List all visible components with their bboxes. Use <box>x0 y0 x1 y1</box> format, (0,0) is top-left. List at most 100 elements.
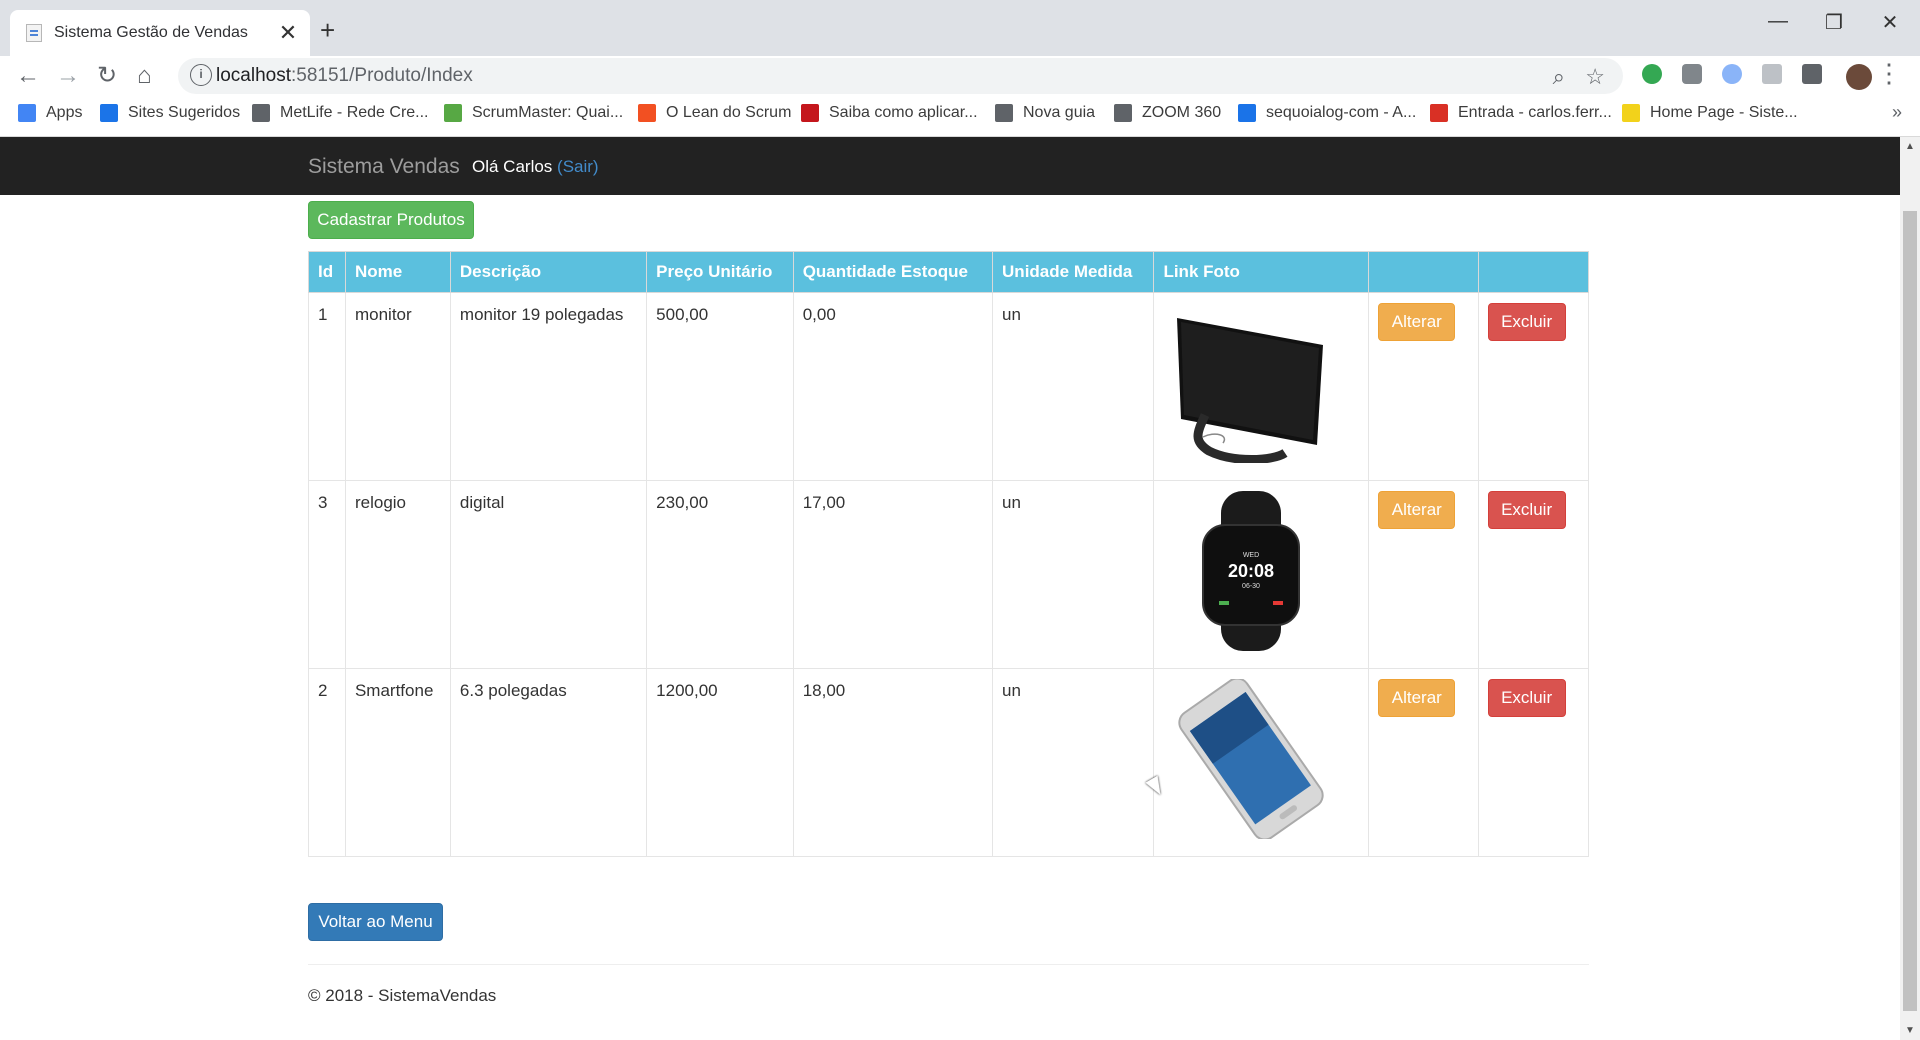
table-header-row: Id Nome Descrição Preço Unitário Quantid… <box>308 251 1590 293</box>
bookmark-item[interactable]: Saiba como aplicar... <box>801 104 978 122</box>
bookmarks-bar: » Apps Sites Sugeridos MetLife - Rede Cre.… <box>0 96 1920 137</box>
home-button[interactable]: ⌂ <box>137 61 152 91</box>
cell-excluir: Excluir <box>1477 480 1590 669</box>
cell-alterar: Alterar <box>1368 292 1479 481</box>
table-row: 1 monitor monitor 19 polegadas 500,00 0,… <box>308 292 1590 481</box>
scroll-down-arrow-icon[interactable]: ▼ <box>1900 1025 1920 1036</box>
cell-nome: relogio <box>344 480 451 669</box>
close-window-button[interactable]: ✕ <box>1862 10 1918 35</box>
header-preco: Preço Unitário <box>646 251 794 293</box>
tab-close-icon[interactable]: ✕ <box>274 20 302 46</box>
browser-tab-strip: Sistema Gestão de Vendas ✕ + — ❐ ✕ <box>0 0 1920 56</box>
header-foto: Link Foto <box>1153 251 1370 293</box>
bookmark-item[interactable]: MetLife - Rede Cre... <box>252 104 429 122</box>
excluir-button[interactable]: Excluir <box>1487 679 1566 717</box>
bookmark-favicon-icon <box>1430 104 1448 122</box>
bookmark-favicon-icon <box>1622 104 1640 122</box>
alterar-button[interactable]: Alterar <box>1378 679 1456 717</box>
page-scrollbar[interactable]: ▲ ▼ <box>1900 137 1920 1040</box>
cell-quantidade: 18,00 <box>792 668 994 857</box>
bookmark-label: ScrumMaster: Quai... <box>472 104 624 121</box>
excluir-button[interactable]: Excluir <box>1487 491 1566 529</box>
extension-box-icon[interactable] <box>1762 64 1782 84</box>
bookmark-item[interactable]: Nova guia <box>995 104 1095 122</box>
create-product-button[interactable]: Cadastrar Produtos <box>308 201 474 239</box>
site-brand-link[interactable]: Sistema Vendas <box>308 155 460 179</box>
header-quantidade: Quantidade Estoque <box>792 251 994 293</box>
minimize-button[interactable]: — <box>1750 10 1806 33</box>
address-bar[interactable]: i localhost:58151/Produto/Index ⌕ ☆ <box>178 58 1623 94</box>
bookmark-item[interactable]: sequoialog-com - A... <box>1238 104 1416 122</box>
cell-id: 3 <box>308 480 346 669</box>
zoom-icon[interactable]: ⌕ <box>1553 64 1565 90</box>
bookmark-favicon-icon <box>801 104 819 122</box>
cell-preco: 1200,00 <box>646 668 794 857</box>
cell-preco: 500,00 <box>646 292 794 481</box>
footer-copyright: © 2018 - SistemaVendas <box>308 986 497 1005</box>
bookmark-label: Nova guia <box>1023 104 1096 121</box>
watch-photo: WED 20:08 06-30 <box>1202 491 1301 651</box>
bookmarks-overflow-icon[interactable]: » <box>1892 102 1902 123</box>
alterar-button[interactable]: Alterar <box>1378 303 1456 341</box>
cell-foto <box>1153 668 1370 857</box>
forward-button[interactable]: → <box>56 61 80 91</box>
scroll-up-arrow-icon[interactable]: ▲ <box>1900 141 1920 152</box>
new-tab-button[interactable]: + <box>320 17 335 43</box>
bookmark-favicon-icon <box>638 104 656 122</box>
cell-excluir: Excluir <box>1477 668 1590 857</box>
extensions-puzzle-icon[interactable] <box>1802 64 1822 84</box>
alterar-button[interactable]: Alterar <box>1378 491 1456 529</box>
logout-link[interactable]: (Sair) <box>557 157 599 176</box>
bookmark-label: MetLife - Rede Cre... <box>280 104 429 121</box>
cell-unidade: un <box>992 292 1155 481</box>
cell-descricao: monitor 19 polegadas <box>449 292 648 481</box>
phone-photo <box>1178 679 1325 839</box>
table-row: 2 Smartfone 6.3 polegadas 1200,00 18,00 … <box>308 668 1590 857</box>
watch-time: 20:08 <box>1228 561 1274 581</box>
bookmark-item[interactable]: O Lean do Scrum <box>638 104 791 122</box>
browser-menu-icon[interactable]: ⋮ <box>1876 58 1902 89</box>
bookmark-item[interactable]: Entrada - carlos.ferr... <box>1430 104 1612 122</box>
bookmark-item[interactable]: Sites Sugeridos <box>100 104 240 122</box>
back-to-menu-button[interactable]: Voltar ao Menu <box>308 903 443 941</box>
bookmark-star-icon[interactable]: ☆ <box>1585 64 1605 90</box>
cell-quantidade: 17,00 <box>792 480 994 669</box>
bookmark-favicon-icon <box>18 104 36 122</box>
site-info-icon[interactable]: i <box>190 64 212 86</box>
bookmark-label: Sites Sugeridos <box>128 104 241 121</box>
bookmark-item[interactable]: ScrumMaster: Quai... <box>444 104 623 122</box>
header-alterar <box>1368 251 1479 293</box>
reload-button[interactable]: ↻ <box>97 61 117 91</box>
bookmark-item[interactable]: Apps <box>18 104 82 122</box>
address-url[interactable]: localhost:58151/Produto/Index <box>216 65 473 87</box>
bookmark-item[interactable]: Home Page - Siste... <box>1622 104 1798 122</box>
profile-avatar[interactable] <box>1846 64 1872 90</box>
back-button[interactable]: ← <box>16 61 40 91</box>
header-nome: Nome <box>344 251 451 293</box>
extension-green-icon[interactable] <box>1642 64 1662 84</box>
cell-alterar: Alterar <box>1368 668 1479 857</box>
cell-foto: WED 20:08 06-30 <box>1153 480 1370 669</box>
restore-button[interactable]: ❐ <box>1806 10 1862 35</box>
cell-unidade: un <box>992 668 1155 857</box>
bookmark-label: Saiba como aplicar... <box>829 104 978 121</box>
header-id: Id <box>308 251 346 293</box>
bookmark-label: ZOOM 360 <box>1142 104 1222 121</box>
extension-shield-icon[interactable] <box>1682 64 1702 84</box>
page-favicon-icon <box>26 24 42 42</box>
bookmark-item[interactable]: ZOOM 360 <box>1114 104 1221 122</box>
greeting-text: Olá Carlos <box>472 157 558 176</box>
cell-quantidade: 0,00 <box>792 292 994 481</box>
page-content: Cadastrar Produtos Id Nome Descrição Pre… <box>0 195 1900 1040</box>
cell-nome: monitor <box>344 292 451 481</box>
scrollbar-thumb[interactable] <box>1903 211 1917 1011</box>
bookmark-favicon-icon <box>100 104 118 122</box>
extension-blue-icon[interactable] <box>1722 64 1742 84</box>
cell-alterar: Alterar <box>1368 480 1479 669</box>
header-descricao: Descrição <box>449 251 648 293</box>
excluir-button[interactable]: Excluir <box>1487 303 1566 341</box>
site-navbar: Sistema Vendas Olá Carlos (Sair) <box>0 137 1900 195</box>
footer-divider <box>308 964 1589 965</box>
cell-descricao: 6.3 polegadas <box>449 668 648 857</box>
browser-tab[interactable]: Sistema Gestão de Vendas ✕ <box>10 10 310 56</box>
